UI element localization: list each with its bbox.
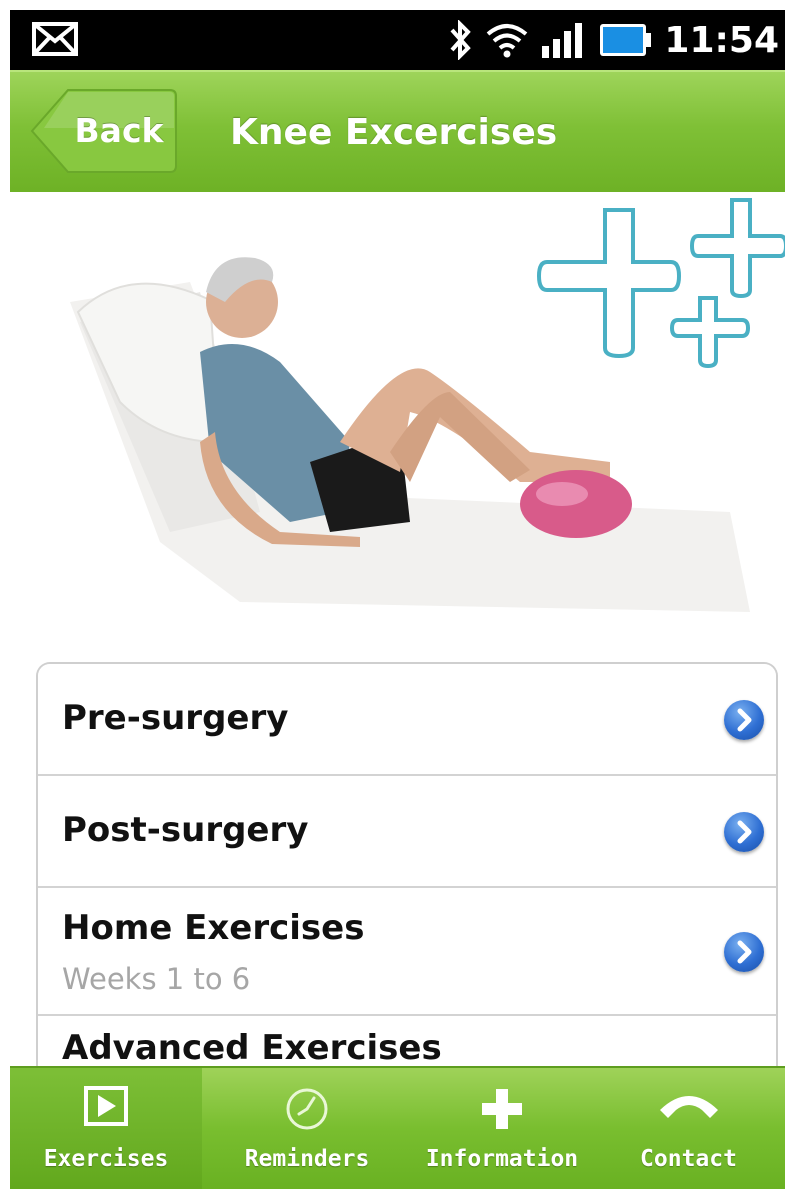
hero-image [10,192,785,632]
list-item-home-exercises[interactable]: Home Exercises Weeks 1 to 6 [38,888,776,1016]
status-time: 11:54 [664,19,779,61]
tab-information[interactable]: Information [412,1068,592,1189]
tab-contact[interactable]: Contact [592,1068,785,1189]
page-title: Knee Excercises [230,112,558,153]
tab-label: Information [425,1146,579,1172]
list-item-title: Home Exercises [62,908,365,948]
tab-label: Exercises [43,1146,169,1172]
chevron-right-icon [724,700,764,740]
wifi-icon [487,24,528,58]
exercise-category-list: Pre-surgery Post-surgery Home Exercises … [36,662,778,1074]
play-icon [84,1086,128,1126]
battery-icon [600,24,652,56]
tab-label: Contact [640,1146,737,1172]
tab-label: Reminders [244,1146,370,1172]
tab-exercises[interactable]: Exercises [10,1068,202,1189]
list-item-pre-surgery[interactable]: Pre-surgery [38,664,776,776]
list-item-title: Post-surgery [62,810,309,850]
list-item-title: Pre-surgery [62,698,289,738]
back-button[interactable]: Back [28,88,178,174]
cross-icon [482,1089,522,1129]
chevron-right-icon [724,812,764,852]
signal-icon [542,23,583,58]
exercise-illustration [70,198,785,612]
clock-icon [286,1088,328,1130]
bottom-tab-bar: Exercises Reminders Information Contact [10,1066,785,1189]
chevron-right-icon [724,932,764,972]
status-bar: 11:54 [10,10,785,70]
bluetooth-icon [450,20,472,60]
decorative-crosses-icon [536,198,785,369]
navigation-header: Back Knee Excercises [10,70,785,194]
back-button-label: Back [74,111,164,150]
list-item-title: Advanced Exercises [62,1028,442,1068]
tab-reminders[interactable]: Reminders [202,1068,412,1189]
list-item-post-surgery[interactable]: Post-surgery [38,776,776,888]
phone-icon [659,1096,718,1118]
list-item-subtitle: Weeks 1 to 6 [62,962,251,996]
mail-icon [32,22,78,56]
